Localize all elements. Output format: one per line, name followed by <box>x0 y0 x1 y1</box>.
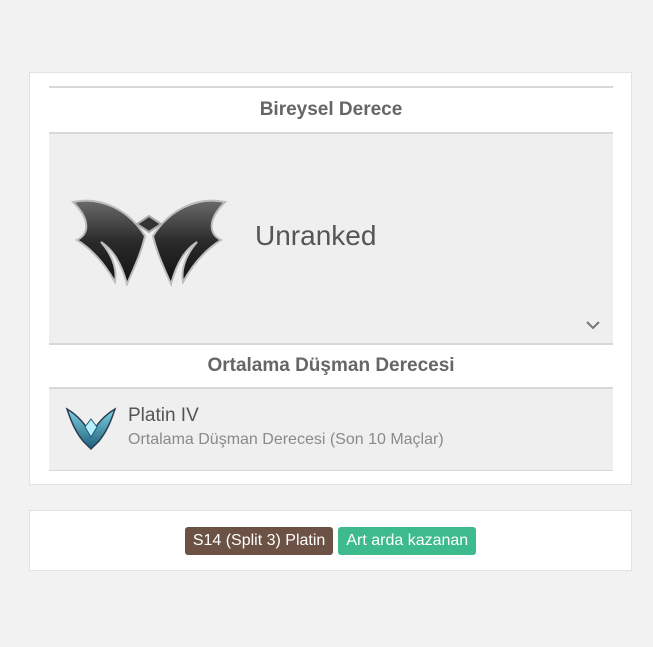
avg-enemy-rank-panel: Platin IV Ortalama Düşman Derecesi (Son … <box>49 389 613 471</box>
unranked-wings-emblem-icon <box>70 192 228 288</box>
tags-card: S14 (Split 3) Platin Art arda kazanan <box>29 510 632 571</box>
win-streak-badge: Art arda kazanan <box>338 527 477 555</box>
chevron-down-icon[interactable] <box>585 317 601 333</box>
solo-rank-heading: Bireysel Derece <box>49 86 613 134</box>
avg-enemy-rank-heading: Ortalama Düşman Derecesi <box>49 343 613 389</box>
avg-enemy-tier: Platin IV <box>128 405 199 426</box>
avg-enemy-rank-heading-text: Ortalama Düşman Derecesi <box>207 355 455 376</box>
tag-list: S14 (Split 3) Platin Art arda kazanan <box>30 527 631 555</box>
current-rank-text: Unranked <box>255 220 377 251</box>
platinum-emblem-icon <box>65 405 117 451</box>
avg-enemy-subtitle: Ortalama Düşman Derecesi (Son 10 Maçlar) <box>128 431 444 448</box>
season-rank-badge: S14 (Split 3) Platin <box>184 527 334 555</box>
solo-rank-panel[interactable]: Unranked <box>49 134 613 343</box>
rank-card: Bireysel Derece Unranked Ortalama Düşman… <box>29 72 632 485</box>
solo-rank-heading-text: Bireysel Derece <box>259 99 403 120</box>
